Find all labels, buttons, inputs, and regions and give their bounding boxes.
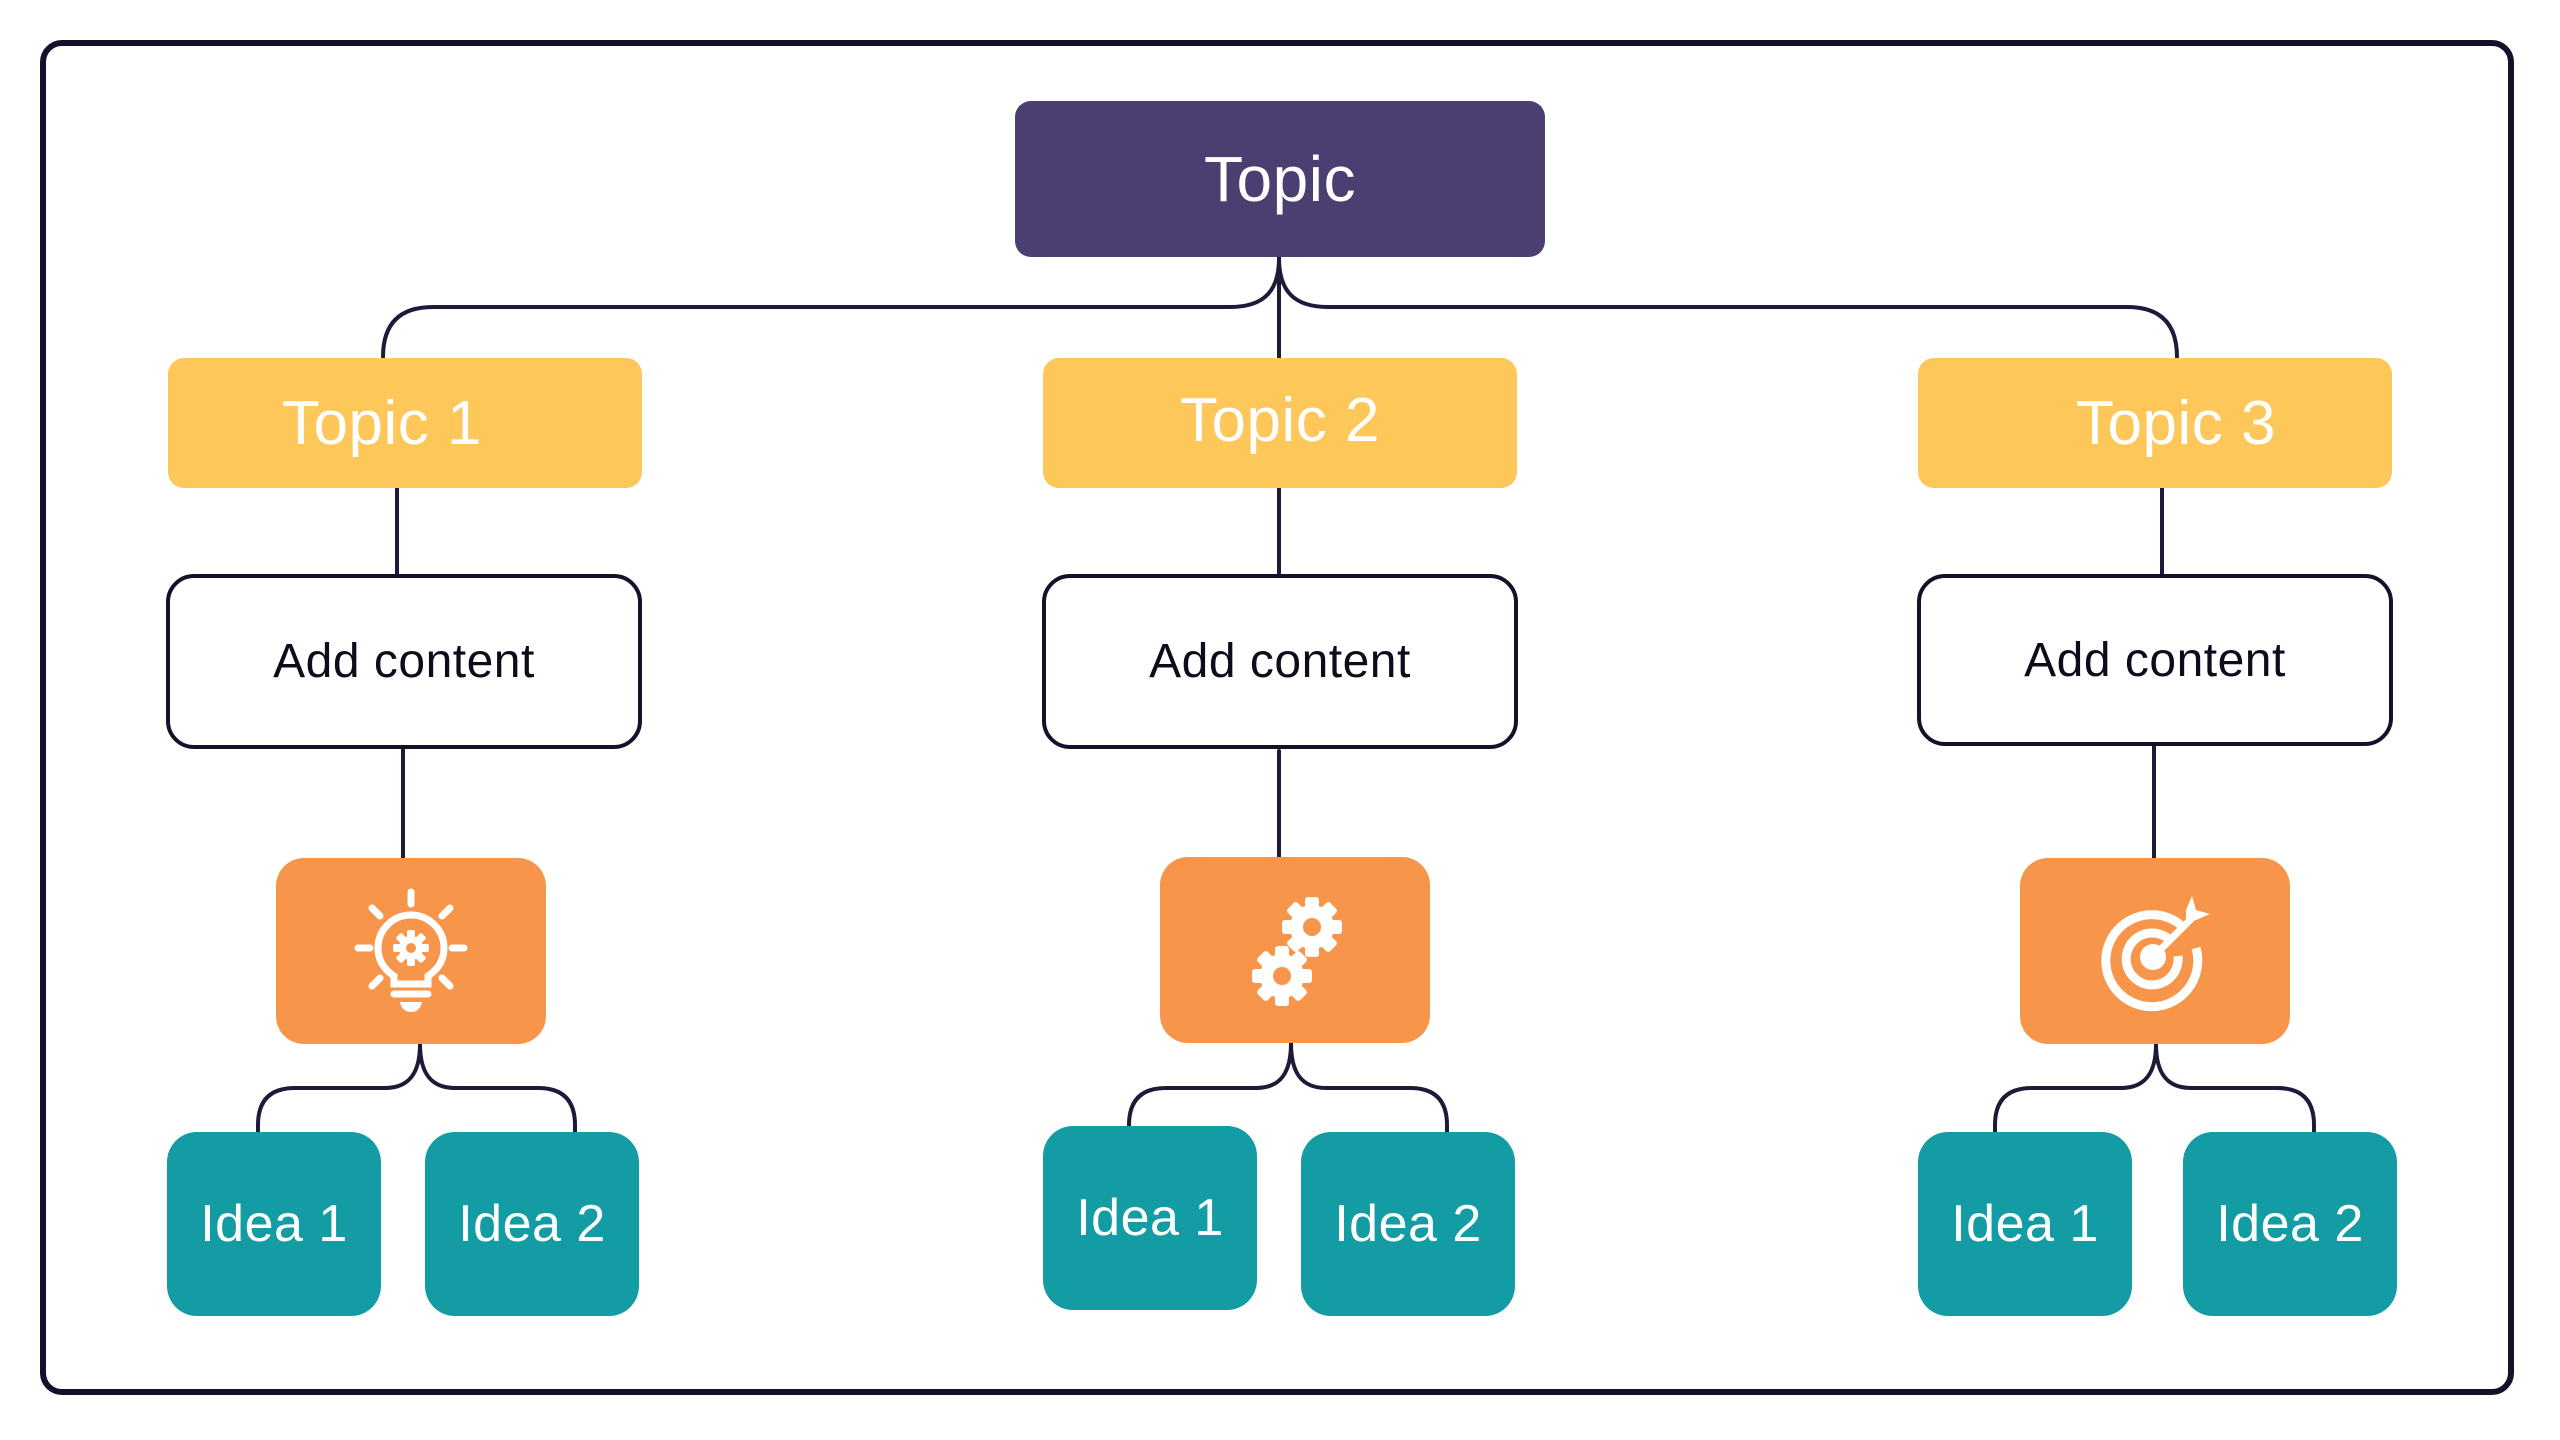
root-topic-node[interactable]: Topic (1015, 101, 1545, 257)
topic-node-1[interactable]: Topic 1 (168, 358, 642, 488)
topic-node-3[interactable]: Topic 3 (1918, 358, 2392, 488)
icon-box-1[interactable] (276, 858, 546, 1044)
root-topic-label: Topic (1204, 143, 1356, 215)
idea-label-3-1: Idea 1 (1951, 1195, 2099, 1253)
idea-label-3-2: Idea 2 (2216, 1195, 2364, 1253)
idea-label-1-1: Idea 1 (200, 1195, 348, 1253)
topic-label-3: Topic 3 (2076, 388, 2276, 458)
content-text-3: Add content (2024, 633, 2286, 687)
content-text-1: Add content (273, 635, 535, 688)
topic-label-1: Topic 1 (282, 388, 482, 458)
idea-box-1-1[interactable]: Idea 1 (167, 1132, 381, 1316)
idea-box-3-2[interactable]: Idea 2 (2183, 1132, 2397, 1316)
icon-box-2[interactable] (1160, 857, 1430, 1043)
target-icon (2101, 896, 2210, 1012)
content-box-3[interactable]: Add content (1917, 574, 2393, 746)
idea-box-3-1[interactable]: Idea 1 (1918, 1132, 2132, 1316)
topic-label-2: Topic 2 (1180, 385, 1380, 455)
idea-label-1-2: Idea 2 (458, 1195, 606, 1253)
idea-box-2-1[interactable]: Idea 1 (1043, 1126, 1257, 1310)
content-box-1[interactable]: Add content (166, 574, 642, 749)
gears-icon (1252, 897, 1342, 1006)
lightbulb-icon (354, 888, 468, 1012)
idea-label-2-1: Idea 1 (1076, 1189, 1224, 1247)
idea-box-2-2[interactable]: Idea 2 (1301, 1132, 1515, 1316)
idea-box-1-2[interactable]: Idea 2 (425, 1132, 639, 1316)
topic-node-2[interactable]: Topic 2 (1043, 358, 1517, 488)
idea-label-2-2: Idea 2 (1334, 1195, 1482, 1253)
icon-box-3[interactable] (2020, 858, 2290, 1044)
content-box-2[interactable]: Add content (1042, 574, 1518, 749)
content-text-2: Add content (1149, 635, 1411, 688)
